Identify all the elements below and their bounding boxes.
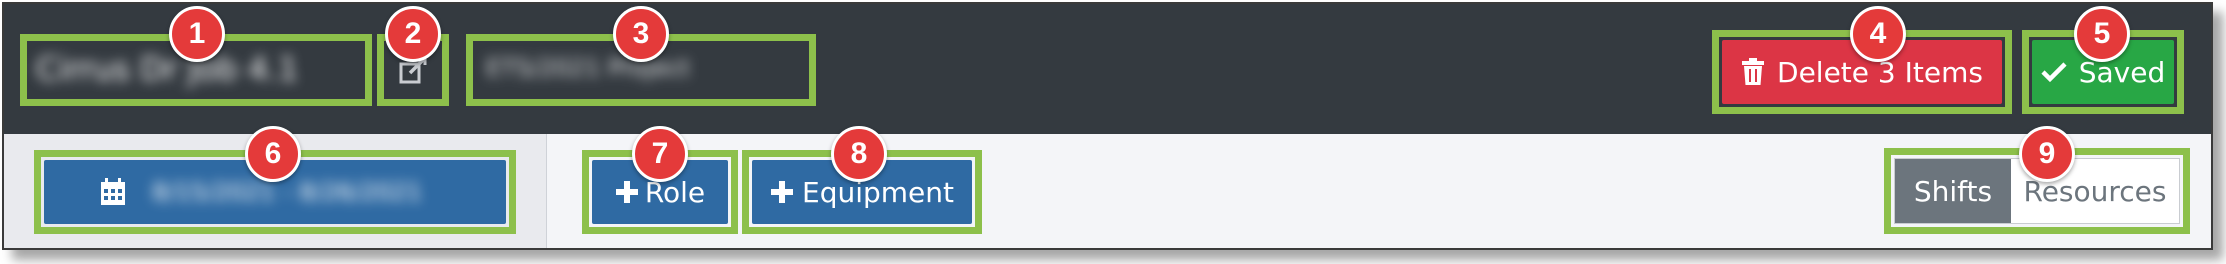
screenshot-frame: Cirrus Dr Job 4.1 ETS/2021 Project Delet… (2, 2, 2213, 250)
callout-badge-7: 7 (632, 126, 688, 182)
saved-label: Saved (2078, 55, 2166, 89)
check-icon (2041, 61, 2067, 83)
callout-badge-2: 2 (385, 6, 441, 62)
callout-badge-8: 8 (831, 126, 887, 182)
plus-icon (770, 180, 794, 204)
callout-badge-5: 5 (2074, 6, 2130, 62)
callout-badge-4: 4 (1850, 6, 1906, 62)
plus-icon (615, 180, 639, 204)
callout-badge-9: 9 (2019, 126, 2075, 182)
project-title: Cirrus Dr Job 4.1 (36, 50, 299, 88)
callout-badge-6: 6 (245, 126, 301, 182)
calendar-icon (100, 178, 126, 206)
date-range-label: 8/15/2021 - 8/26/2021 (152, 178, 423, 206)
toolbar: 8/15/2021 - 8/26/2021 Role Equipment Shi… (4, 134, 2211, 248)
trash-icon (1741, 58, 1765, 86)
project-subtitle: ETS/2021 Project (486, 54, 690, 82)
add-equipment-label: Equipment (802, 175, 954, 209)
callout-badge-3: 3 (613, 6, 669, 62)
callout-badge-1: 1 (169, 6, 225, 62)
shifts-toggle[interactable]: Shifts (1895, 159, 2011, 223)
